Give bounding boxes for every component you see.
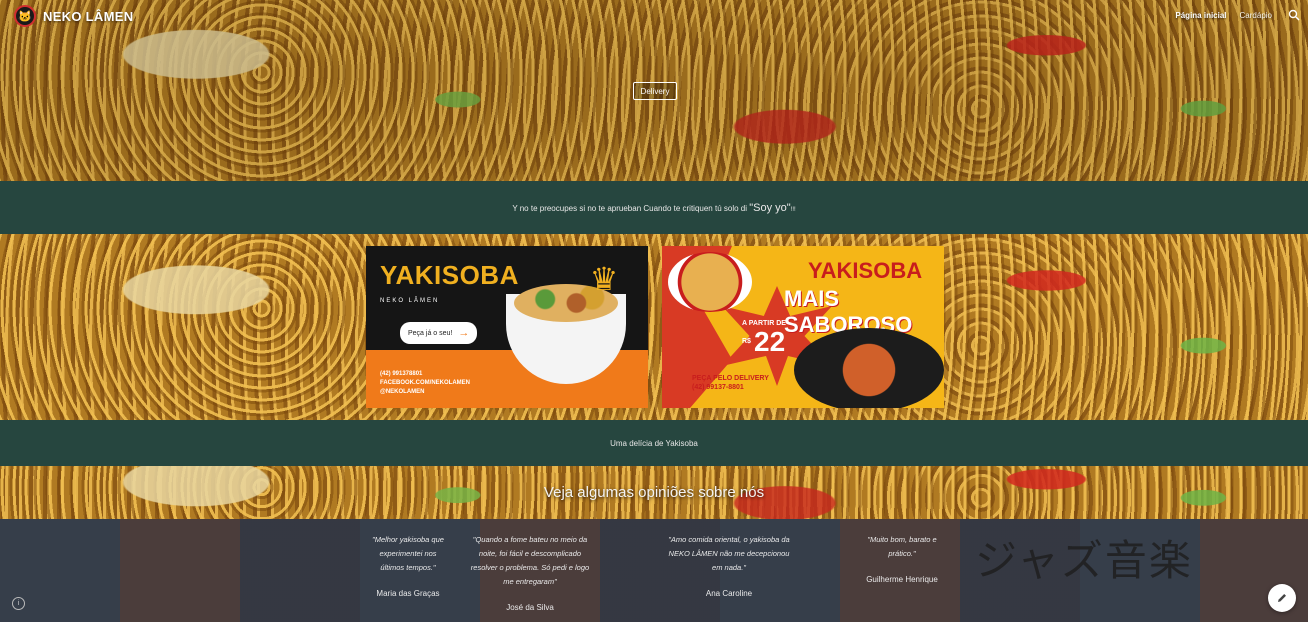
main-nav: Página inicial Cardápio <box>1175 11 1272 20</box>
site-header: 🐱 NEKO LÂMEN Página inicial Cardápio <box>0 0 1308 32</box>
nav-item-menu[interactable]: Cardápio <box>1240 11 1272 20</box>
banner-right-delivery: PEÇA PELO DELIVERY (42) 99137-8801 <box>692 374 769 392</box>
banner-left-title: YAKISOBA <box>380 260 519 290</box>
delivery-line: PEÇA PELO DELIVERY <box>692 375 769 382</box>
review-card: "Muito bom, barato e prático." Guilherme… <box>858 533 946 584</box>
edit-button[interactable] <box>1268 584 1296 612</box>
review-card: "Amo comida oriental, o yakisoba da NEKO… <box>666 533 792 598</box>
nav-item-home[interactable]: Página inicial <box>1175 11 1226 20</box>
review-quote: "Melhor yakisoba que experimentei nos úl… <box>372 535 444 572</box>
caption-text: Uma delícia de Yakisoba <box>610 438 698 448</box>
review-author: José da Silva <box>506 603 554 612</box>
review-quote: "Quando a fome bateu no meio da noite, f… <box>470 535 590 586</box>
banner-left-cta-label: Peça já o seu! <box>408 329 453 337</box>
caption-band: Uma delícia de Yakisoba <box>0 420 1308 466</box>
review-quote: "Amo comida oriental, o yakisoba da NEKO… <box>668 535 790 572</box>
arrow-right-icon: → <box>458 327 470 339</box>
review-card: "Melhor yakisoba que experimentei nos úl… <box>368 533 448 598</box>
banner-left-facebook: FACEBOOK.COM/NEKOLAMEN <box>380 380 470 386</box>
quote-exclamation: !!! <box>790 206 796 213</box>
noodle-bowl-image <box>668 252 752 312</box>
review-quote: "Muito bom, barato e prático." <box>867 535 937 558</box>
quote-text-start: Y no te preocupes si no te aprueban Cuan… <box>512 203 750 213</box>
yakisoba-banner-right: YAKISOBA MAIS SABOROSO A PARTIR DE R$ 22… <box>662 246 944 408</box>
crown-icon: ♛ <box>589 261 619 297</box>
quote-text: Y no te preocupes si no te aprueban Cuan… <box>512 202 795 214</box>
banner-left-instagram: @NEKOLAMEN <box>380 389 425 395</box>
delivery-phone: (42) 99137-8801 <box>692 384 744 391</box>
search-icon[interactable] <box>1288 9 1300 21</box>
banner-left-cta: Peça já o seu! → <box>400 322 478 344</box>
yakisoba-banner-left: YAKISOBA NEKO LÂMEN Peça já o seu! → ♛ (… <box>366 246 648 408</box>
brand-name: NEKO LÂMEN <box>43 8 134 24</box>
banner-left-phone: (42) 991378801 <box>380 371 423 377</box>
banner-left-subtitle: NEKO LÂMEN <box>380 298 440 304</box>
price-value: 22 <box>754 326 786 357</box>
pencil-icon <box>1278 594 1286 602</box>
cat-logo-icon: 🐱 <box>14 5 36 27</box>
quote-band: Y no te preocupes si no te aprueban Cuan… <box>0 181 1308 234</box>
delivery-button[interactable]: Delivery <box>633 82 677 100</box>
review-card: "Quando a fome bateu no meio da noite, f… <box>466 533 594 612</box>
opinions-heading: Veja algumas opiniões sobre nós <box>543 484 765 501</box>
brand[interactable]: 🐱 NEKO LÂMEN <box>14 5 133 27</box>
reviews-section: ジャズ音楽 "Melhor yakisoba que experimentei … <box>0 519 1308 622</box>
review-author: Maria das Graças <box>376 589 440 598</box>
review-author: Guilherme Henrique <box>866 575 938 584</box>
banner-right-title: YAKISOBA <box>808 258 923 283</box>
plate-image <box>794 328 944 408</box>
background-sign: ジャズ音楽 <box>975 536 1193 585</box>
price-currency: R$ <box>742 338 751 345</box>
opinions-header: Veja algumas opiniões sobre nós <box>0 466 1308 519</box>
banner-left-contact: (42) 991378801 FACEBOOK.COM/NEKOLAMEN @N… <box>380 370 470 397</box>
info-icon[interactable]: i <box>12 597 25 610</box>
review-author: Ana Caroline <box>705 589 753 598</box>
quote-emphasis: "Soy yo" <box>749 201 791 214</box>
banners-section: YAKISOBA NEKO LÂMEN Peça já o seu! → ♛ (… <box>0 234 1308 420</box>
